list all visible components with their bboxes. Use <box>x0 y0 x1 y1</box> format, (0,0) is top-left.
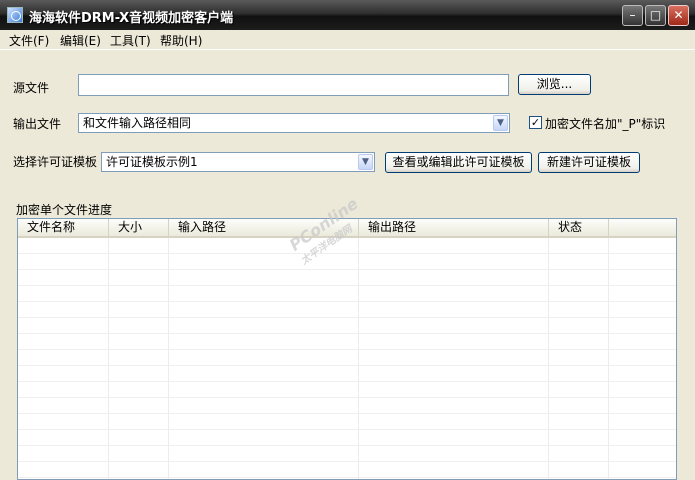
suffix-checkbox-label[interactable]: 加密文件名加"_P"标识 <box>545 115 665 132</box>
column-divider <box>358 238 359 479</box>
output-file-select[interactable]: 和文件输入路径相同 ▼ <box>78 113 510 133</box>
close-button[interactable]: ✕ <box>668 5 689 26</box>
chevron-down-icon[interactable]: ▼ <box>358 154 373 170</box>
output-file-value: 和文件输入路径相同 <box>83 116 192 130</box>
source-file-input[interactable] <box>78 74 509 96</box>
menu-edit[interactable]: 编辑(E) <box>60 32 101 49</box>
browse-button[interactable]: 浏览... <box>518 74 591 95</box>
column-divider <box>108 238 109 479</box>
progress-section-label: 加密单个文件进度 <box>16 203 113 217</box>
column-divider <box>168 238 169 479</box>
minimize-button[interactable]: – <box>622 5 643 26</box>
column-divider <box>608 238 609 479</box>
list-body[interactable] <box>18 238 676 479</box>
chevron-down-icon[interactable]: ▼ <box>493 115 508 131</box>
maximize-button[interactable]: □ <box>645 5 666 26</box>
column-divider <box>548 238 549 479</box>
template-value: 许可证模板示例1 <box>106 155 198 169</box>
menu-bar: 文件(F) 编辑(E) 工具(T) 帮助(H) <box>0 30 695 50</box>
template-select[interactable]: 许可证模板示例1 ▼ <box>101 152 375 172</box>
edit-template-button[interactable]: 查看或编辑此许可证模板 <box>385 152 532 173</box>
app-icon[interactable] <box>7 7 23 23</box>
column-size[interactable]: 大小 <box>109 219 169 236</box>
title-bar[interactable]: 海海软件DRM-X音视频加密客户端 – □ ✕ <box>0 0 695 30</box>
menu-file[interactable]: 文件(F) <box>9 32 49 49</box>
column-status[interactable]: 状态 <box>549 219 609 236</box>
template-label: 选择许可证模板 <box>13 155 98 169</box>
menu-tools[interactable]: 工具(T) <box>110 32 151 49</box>
new-template-button[interactable]: 新建许可证模板 <box>538 152 640 173</box>
window-title: 海海软件DRM-X音视频加密客户端 <box>29 11 234 26</box>
column-file-name[interactable]: 文件名称 <box>18 219 109 236</box>
menu-help[interactable]: 帮助(H) <box>160 32 202 49</box>
output-file-label: 输出文件 <box>13 117 62 131</box>
suffix-checkbox[interactable]: ✓ <box>529 116 542 129</box>
source-file-label: 源文件 <box>13 81 50 95</box>
